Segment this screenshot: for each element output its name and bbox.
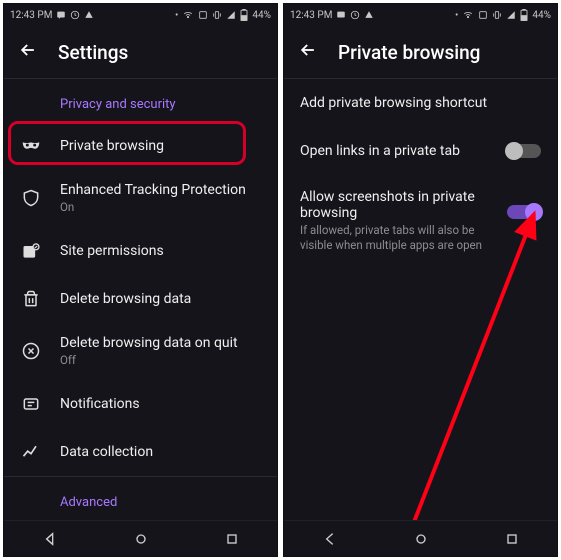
section-privacy-security: Privacy and security: [4, 79, 277, 122]
screenshot-private-browsing: 12:43 PM • 44% Private browsing Add priv…: [283, 3, 558, 557]
row-add-shortcut[interactable]: Add private browsing shortcut: [284, 79, 557, 127]
row-private-browsing[interactable]: Private browsing: [4, 122, 277, 170]
clock-icon: [350, 10, 360, 20]
dot-icon: •: [455, 10, 458, 21]
settings-header: Settings: [4, 26, 277, 78]
row-notifications[interactable]: Notifications: [4, 380, 277, 428]
wifi-icon: [182, 10, 194, 20]
status-bar: 12:43 PM • 44%: [4, 4, 277, 26]
row-label: Enhanced Tracking Protection: [60, 182, 246, 198]
android-navbar: [4, 520, 277, 556]
screenshot-settings: 12:43 PM • 44% Settings Privacy and secu…: [3, 3, 278, 557]
row-allow-screenshots[interactable]: Allow screenshots in private browsing If…: [284, 175, 557, 266]
notification-icon: [20, 394, 42, 414]
nav-back-icon[interactable]: [42, 531, 58, 547]
row-sublabel: Off: [60, 353, 238, 368]
row-delete-on-quit[interactable]: Delete browsing data on quit Off: [4, 323, 277, 380]
row-label: Site permissions: [60, 243, 164, 259]
mask-icon: [20, 135, 42, 157]
signal-icon: [226, 10, 236, 20]
status-time: 12:43 PM: [10, 10, 52, 21]
back-icon[interactable]: [298, 40, 318, 64]
row-label: Open links in a private tab: [300, 143, 487, 159]
page-title: Private browsing: [338, 41, 480, 64]
nav-home-icon[interactable]: [413, 531, 429, 547]
section-advanced: Advanced: [4, 477, 277, 520]
row-delete-browsing-data[interactable]: Delete browsing data: [4, 275, 277, 323]
alarm-icon: [84, 10, 94, 20]
message-icon: [56, 10, 66, 20]
shield-icon: [20, 188, 42, 208]
dot-icon: •: [175, 10, 178, 21]
trash-icon: [20, 289, 42, 309]
clock-icon: [70, 10, 80, 20]
status-battery: 44%: [532, 10, 551, 21]
row-label: Notifications: [60, 396, 140, 412]
back-icon[interactable]: [18, 40, 38, 64]
row-label: Allow screenshots in private browsing: [300, 189, 487, 221]
status-time: 12:43 PM: [290, 10, 332, 21]
android-navbar: [284, 520, 557, 556]
nav-home-icon[interactable]: [133, 531, 149, 547]
message-icon: [336, 10, 346, 20]
nav-recent-icon[interactable]: [224, 531, 240, 547]
permissions-icon: [20, 241, 42, 261]
page-title: Settings: [58, 41, 128, 64]
wifi-icon: [462, 10, 474, 20]
signal-icon: [506, 10, 516, 20]
status-battery: 44%: [252, 10, 271, 21]
row-label: Delete browsing data on quit: [60, 335, 238, 351]
row-site-permissions[interactable]: Site permissions: [4, 227, 277, 275]
toggle-open-links-private[interactable]: [507, 144, 541, 158]
vibrate-icon: [492, 10, 502, 20]
battery-icon: [520, 9, 528, 21]
nfc-icon: [478, 10, 488, 20]
row-label: Delete browsing data: [60, 291, 191, 307]
close-circle-icon: [20, 341, 42, 361]
row-data-collection[interactable]: Data collection: [4, 428, 277, 476]
row-sublabel: On: [60, 200, 246, 215]
nfc-icon: [198, 10, 208, 20]
status-bar: 12:43 PM • 44%: [284, 4, 557, 26]
chart-line-icon: [20, 442, 42, 462]
alarm-icon: [364, 10, 374, 20]
vibrate-icon: [212, 10, 222, 20]
toggle-allow-screenshots[interactable]: [507, 205, 541, 219]
row-label: Private browsing: [60, 138, 164, 154]
row-open-links-private[interactable]: Open links in a private tab: [284, 127, 557, 175]
row-label: Data collection: [60, 444, 153, 460]
row-sublabel: If allowed, private tabs will also be vi…: [300, 223, 487, 253]
nav-recent-icon[interactable]: [504, 531, 520, 547]
private-browsing-header: Private browsing: [284, 26, 557, 78]
row-label: Add private browsing shortcut: [300, 95, 533, 111]
battery-icon: [240, 9, 248, 21]
row-enhanced-tracking[interactable]: Enhanced Tracking Protection On: [4, 170, 277, 227]
nav-back-icon[interactable]: [322, 531, 338, 547]
